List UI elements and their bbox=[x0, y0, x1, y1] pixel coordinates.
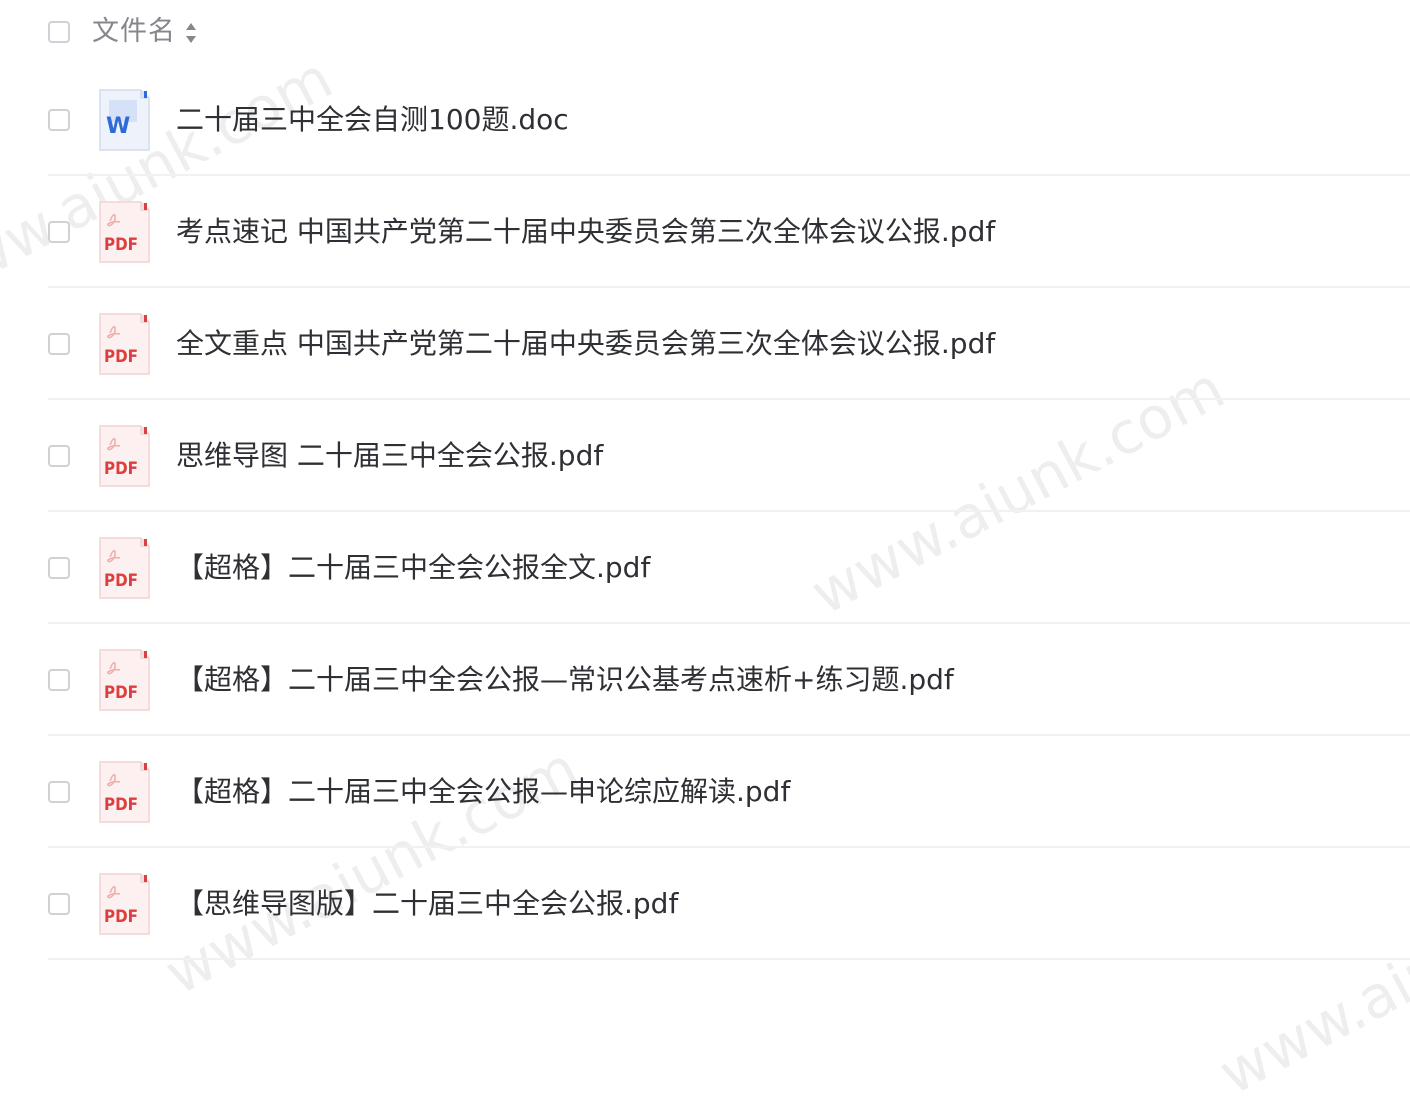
row-divider bbox=[48, 958, 1410, 960]
file-row[interactable]: PDF 考点速记 中国共产党第二十届中央委员会第三次全体会议公报.pdf bbox=[0, 176, 1410, 288]
file-row[interactable]: PDF 【超格】二十届三中全会公报—申论综应解读.pdf bbox=[0, 736, 1410, 848]
file-name[interactable]: 【思维导图版】二十届三中全会公报.pdf bbox=[176, 884, 678, 924]
file-row[interactable]: PDF 【超格】二十届三中全会公报—常识公基考点速析+练习题.pdf bbox=[0, 624, 1410, 736]
row-checkbox[interactable] bbox=[48, 893, 70, 915]
word-doc-icon: W bbox=[99, 89, 150, 151]
pdf-file-icon: PDF bbox=[99, 537, 150, 599]
pdf-file-icon: PDF bbox=[99, 873, 150, 935]
row-checkbox[interactable] bbox=[48, 333, 70, 355]
pdf-file-icon: PDF bbox=[99, 761, 150, 823]
doc-icon-label: W bbox=[106, 114, 130, 139]
file-row[interactable]: PDF 【超格】二十届三中全会公报全文.pdf bbox=[0, 512, 1410, 624]
pdf-icon-label: PDF bbox=[104, 571, 138, 591]
file-name[interactable]: 【超格】二十届三中全会公报—常识公基考点速析+练习题.pdf bbox=[176, 660, 954, 700]
select-all-checkbox[interactable] bbox=[48, 21, 70, 43]
file-list-header: 文件名 bbox=[0, 0, 1410, 64]
pdf-icon-label: PDF bbox=[104, 459, 138, 479]
file-name[interactable]: 【超格】二十届三中全会公报—申论综应解读.pdf bbox=[176, 772, 790, 812]
file-name[interactable]: 二十届三中全会自测100题.doc bbox=[176, 100, 569, 140]
pdf-icon-label: PDF bbox=[104, 683, 138, 703]
row-checkbox[interactable] bbox=[48, 221, 70, 243]
file-row[interactable]: W 二十届三中全会自测100题.doc bbox=[0, 64, 1410, 176]
file-row[interactable]: PDF 【思维导图版】二十届三中全会公报.pdf bbox=[0, 848, 1410, 960]
pdf-file-icon: PDF bbox=[99, 313, 150, 375]
file-name[interactable]: 全文重点 中国共产党第二十届中央委员会第三次全体会议公报.pdf bbox=[176, 324, 995, 364]
pdf-icon-label: PDF bbox=[104, 907, 138, 927]
pdf-icon-label: PDF bbox=[104, 347, 138, 367]
row-checkbox[interactable] bbox=[48, 557, 70, 579]
column-header-filename[interactable]: 文件名 bbox=[92, 14, 176, 50]
row-checkbox[interactable] bbox=[48, 109, 70, 131]
row-checkbox[interactable] bbox=[48, 445, 70, 467]
pdf-icon-label: PDF bbox=[104, 795, 138, 815]
pdf-icon-label: PDF bbox=[104, 235, 138, 255]
row-checkbox[interactable] bbox=[48, 669, 70, 691]
pdf-file-icon: PDF bbox=[99, 425, 150, 487]
row-checkbox[interactable] bbox=[48, 781, 70, 803]
file-row[interactable]: PDF 思维导图 二十届三中全会公报.pdf bbox=[0, 400, 1410, 512]
file-name[interactable]: 【超格】二十届三中全会公报全文.pdf bbox=[176, 548, 650, 588]
file-row[interactable]: PDF 全文重点 中国共产党第二十届中央委员会第三次全体会议公报.pdf bbox=[0, 288, 1410, 400]
file-name[interactable]: 考点速记 中国共产党第二十届中央委员会第三次全体会议公报.pdf bbox=[176, 212, 995, 252]
file-name[interactable]: 思维导图 二十届三中全会公报.pdf bbox=[176, 436, 603, 476]
pdf-file-icon: PDF bbox=[99, 649, 150, 711]
sort-up-down-icon[interactable] bbox=[183, 20, 199, 46]
pdf-file-icon: PDF bbox=[99, 201, 150, 263]
